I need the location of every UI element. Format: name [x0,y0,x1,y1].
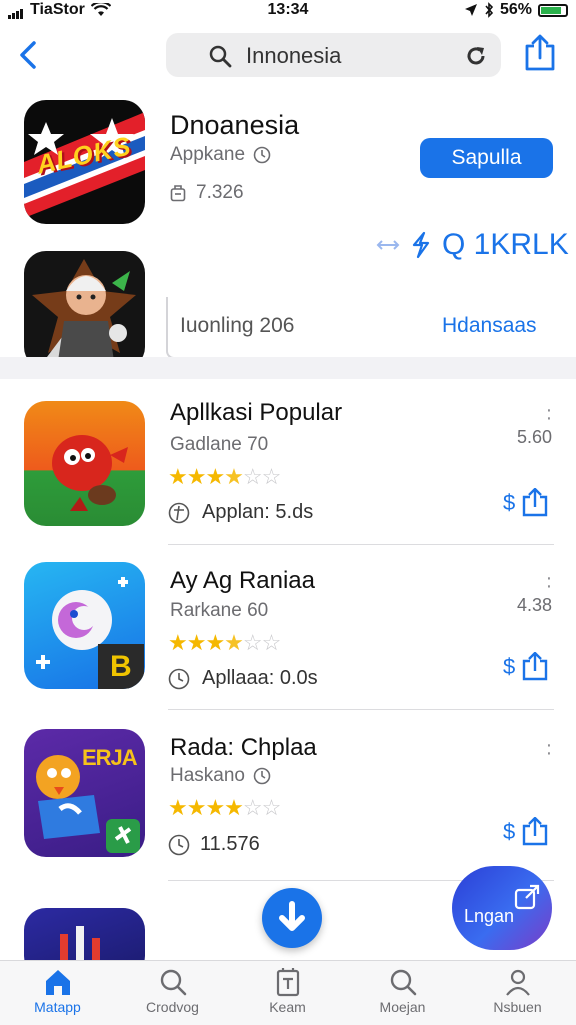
link-icon [412,231,430,259]
more-icon[interactable]: · · [544,400,554,428]
status-bar: TiaStor 13:34 56% [0,0,576,22]
login-label: Lngan [464,906,515,926]
status-right: 56% [464,1,568,19]
app-icon: B [24,562,145,689]
document-icon [276,968,299,997]
featured-app-developer: Appkane [170,144,246,165]
tab-label: Keam [269,999,306,1015]
arrows-icon [376,240,400,250]
clock-icon [253,767,271,785]
panel-right-link[interactable]: Hdansaas [442,314,537,338]
clock-icon [253,146,271,164]
battery-icon [538,3,568,17]
app-subtitle: Gadlane 70 [170,434,269,455]
star-rating: ★★★★☆☆ [168,464,281,489]
tab-label: Nsbuen [493,999,542,1015]
app-icon-logo: ERJA [82,745,138,770]
app-icon: ERJA [24,729,145,857]
panel-left-text: Iuonling 206 [180,314,295,337]
tab-label: Moejan [379,999,426,1015]
home-icon [45,970,70,995]
app-meta-text: 11.576 [200,833,260,855]
price-label: $ [503,819,516,844]
search-icon [209,45,232,68]
bluetooth-icon [485,2,494,18]
tab-label: Matapp [34,999,81,1015]
tab-home[interactable]: Matapp [0,961,115,1025]
app-icon-art [52,435,128,511]
list-item[interactable]: Apllkasi Popular Gadlane 70 ★★★★☆☆ Appla… [0,380,576,545]
person-icon [505,969,530,996]
featured-app-count: 7.326 [196,182,244,203]
app-icon-badge: B [110,650,132,683]
clock-icon [168,668,190,689]
bag-icon [170,185,186,202]
price-button[interactable]: $ [503,488,549,518]
share-icon[interactable] [524,34,556,72]
featured-app-icon[interactable]: ALOKS [24,100,145,224]
app-title: Ay Ag Raniaa [170,567,315,594]
price-button[interactable]: $ [503,652,549,682]
list-item[interactable]: B Ay Ag Raniaa Rarkane 60 ★★★★☆☆ Apllaaa… [0,546,576,710]
more-icon[interactable]: · · [544,735,554,763]
tab-bar: Matapp Crodvog Keam Moejan Nsbuen [0,960,576,1025]
reload-icon[interactable] [464,44,488,68]
star-rating: ★★★★☆☆ [168,795,281,820]
tab-keam[interactable]: Keam [230,961,345,1025]
section-separator [0,357,576,379]
promo-text: Q 1KRLK [442,228,569,261]
search-icon [390,969,416,996]
app-subtitle: Rarkane 60 [170,600,269,621]
share-icon [523,652,548,681]
featured-app-title[interactable]: Dnoanesia [170,110,299,141]
price-label: $ [503,654,516,679]
list-item[interactable]: ERJA Rada: Chplaa Haskano ★★★★☆☆ 11.576 … [0,711,576,881]
price-label: $ [503,490,516,515]
search-icon [160,969,186,996]
second-icon-art [32,259,136,369]
tab-profile[interactable]: Nsbuen [460,961,575,1025]
download-fab[interactable] [262,888,322,948]
download-icon [279,901,305,931]
tab-label: Crodvog [146,999,199,1015]
globe-icon [168,502,190,523]
app-icon [24,401,145,526]
search-field[interactable]: Innonesia [166,33,501,77]
star-rating: ★★★★☆☆ [168,630,281,655]
second-app-icon[interactable] [24,251,145,369]
featured-app-meta: 7.326 [170,182,244,204]
share-icon [523,817,548,846]
row-divider [168,709,554,710]
featured-app-subtitle: Appkane [170,144,271,166]
app-title: Apllkasi Popular [170,399,343,426]
info-panel: Iuonling 206 Hdansaas [166,297,576,359]
app-developer: Haskano [170,765,245,786]
search-query: Innonesia [246,43,342,68]
battery-percent: 56% [499,1,532,18]
app-meta: Apllaaa: 0.0s [168,667,318,690]
row-divider [168,544,554,545]
tab-search[interactable]: Moejan [345,961,460,1025]
promo-link[interactable]: Q 1KRLK [376,228,569,262]
more-icon[interactable]: · · [544,568,554,596]
tab-discover[interactable]: Crodvog [115,961,230,1025]
external-link-icon [514,884,540,910]
app-meta-text: Apllaaa: 0.0s [202,667,318,689]
location-icon [464,4,477,16]
login-button[interactable]: Lngan [452,866,552,950]
app-title: Rada: Chplaa [170,734,317,761]
price-button[interactable]: $ [503,817,549,847]
share-icon [523,488,548,517]
app-size: 5.60 [517,427,553,447]
app-meta: 11.576 [168,833,260,856]
back-icon[interactable] [16,40,42,70]
app-meta-text: Applan: 5.ds [202,501,314,523]
app-meta: Applan: 5.ds [168,501,313,524]
app-size: 4.38 [517,595,553,615]
get-button[interactable]: Sapulla [420,138,553,178]
clock-icon [168,834,190,855]
app-subtitle: Haskano [170,765,271,787]
